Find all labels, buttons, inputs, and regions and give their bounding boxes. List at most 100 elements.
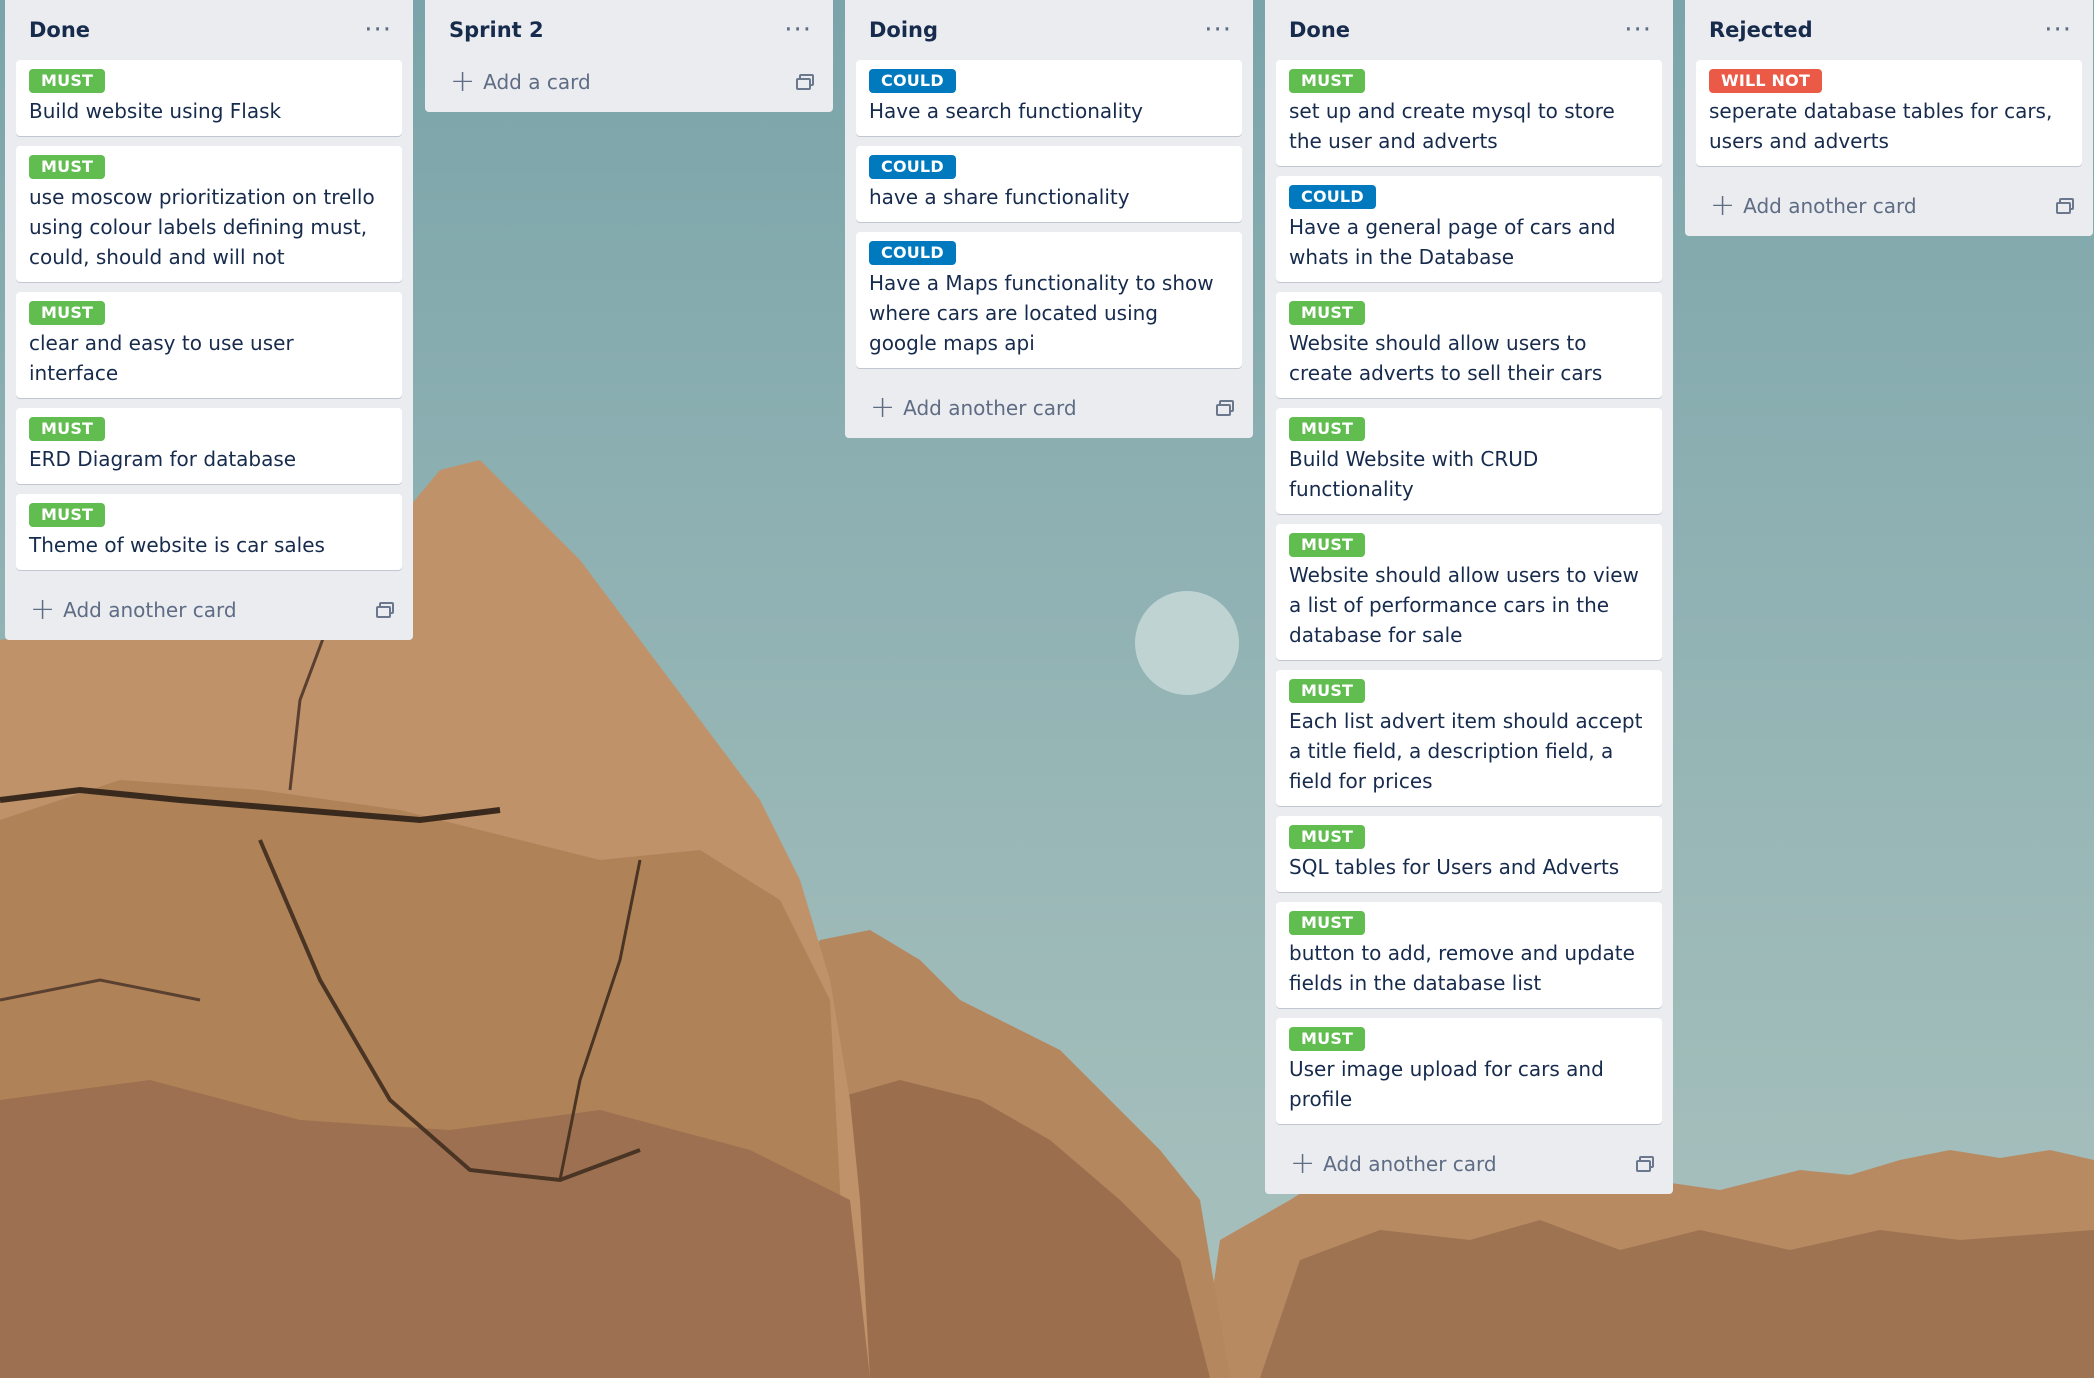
- list-header: Doing ···: [856, 0, 1242, 60]
- card-label-must: MUST: [1289, 679, 1366, 703]
- plus-icon: +: [1710, 188, 1736, 223]
- plus-icon: +: [450, 64, 476, 99]
- add-card-button[interactable]: + Add another card: [870, 393, 1077, 423]
- card-title: clear and easy to use user interface: [29, 331, 294, 385]
- card-title: Website should allow users to create adv…: [1289, 331, 1603, 385]
- card[interactable]: MUST Theme of website is car sales: [16, 494, 402, 570]
- card-title: Have a search functionality: [869, 99, 1143, 123]
- plus-icon: +: [1290, 1146, 1316, 1181]
- card[interactable]: MUST button to add, remove and update fi…: [1276, 902, 1662, 1008]
- card-label-could: COULD: [869, 155, 956, 179]
- card-label-must: MUST: [1289, 911, 1366, 935]
- card-title: Website should allow users to view a lis…: [1289, 563, 1639, 647]
- card-template-icon[interactable]: [1216, 400, 1234, 416]
- card-title: Build website using Flask: [29, 99, 282, 123]
- card[interactable]: MUST User image upload for cars and prof…: [1276, 1018, 1662, 1124]
- plus-icon: +: [870, 390, 896, 425]
- card-template-icon[interactable]: [796, 74, 814, 90]
- list-header: Done ···: [16, 0, 402, 60]
- list-title[interactable]: Rejected: [1709, 18, 1813, 42]
- card-title: Have a general page of cars and whats in…: [1289, 215, 1616, 269]
- card[interactable]: MUST set up and create mysql to store th…: [1276, 60, 1662, 166]
- list-done: Done ··· MUST Build website using Flask …: [5, 0, 413, 640]
- card[interactable]: COULD Have a Maps functionality to show …: [856, 232, 1242, 368]
- add-card-button[interactable]: + Add another card: [30, 595, 237, 625]
- card-title: Have a Maps functionality to show where …: [869, 271, 1214, 355]
- card[interactable]: COULD Have a general page of cars and wh…: [1276, 176, 1662, 282]
- add-card-label: Add a card: [483, 70, 591, 94]
- card[interactable]: MUST Build Website with CRUD functionali…: [1276, 408, 1662, 514]
- card[interactable]: COULD Have a search functionality: [856, 60, 1242, 136]
- card-label-must: MUST: [1289, 1027, 1366, 1051]
- card-title: Each list advert item should accept a ti…: [1289, 709, 1643, 793]
- card[interactable]: COULD have a share functionality: [856, 146, 1242, 222]
- card-title: use moscow prioritization on trello usin…: [29, 185, 375, 269]
- list-title[interactable]: Done: [29, 18, 90, 42]
- list-title[interactable]: Doing: [869, 18, 938, 42]
- card-title: have a share functionality: [869, 185, 1130, 209]
- card[interactable]: MUST SQL tables for Users and Adverts: [1276, 816, 1662, 892]
- list-header: Rejected ···: [1696, 0, 2082, 60]
- add-card-row: + Add another card: [1696, 176, 2082, 236]
- add-card-label: Add another card: [1323, 1152, 1497, 1176]
- board: Done ··· MUST Build website using Flask …: [0, 0, 2094, 1378]
- add-card-row: + Add another card: [1276, 1134, 1662, 1194]
- card-title: Build Website with CRUD functionality: [1289, 447, 1539, 501]
- card-title: User image upload for cars and profile: [1289, 1057, 1604, 1111]
- card[interactable]: MUST ERD Diagram for database: [16, 408, 402, 484]
- card-template-icon[interactable]: [376, 602, 394, 618]
- card-label-must: MUST: [1289, 417, 1366, 441]
- list-menu-icon[interactable]: ···: [784, 17, 822, 43]
- card[interactable]: MUST Website should allow users to creat…: [1276, 292, 1662, 398]
- card-label-will-not: WILL NOT: [1709, 69, 1823, 93]
- add-card-label: Add another card: [903, 396, 1077, 420]
- card[interactable]: MUST clear and easy to use user interfac…: [16, 292, 402, 398]
- list-header: Sprint 2 ···: [436, 0, 822, 60]
- list-rejected: Rejected ··· WILL NOT seperate database …: [1685, 0, 2093, 236]
- list-menu-icon[interactable]: ···: [1624, 17, 1662, 43]
- list-doing: Doing ··· COULD Have a search functional…: [845, 0, 1253, 438]
- list-sprint-2: Sprint 2 ··· + Add a card: [425, 0, 833, 112]
- list-menu-icon[interactable]: ···: [364, 17, 402, 43]
- card-title: Theme of website is car sales: [29, 533, 325, 557]
- card-label-could: COULD: [869, 69, 956, 93]
- add-card-button[interactable]: + Add another card: [1290, 1149, 1497, 1179]
- card[interactable]: MUST Build website using Flask: [16, 60, 402, 136]
- card-label-could: COULD: [869, 241, 956, 265]
- card-template-icon[interactable]: [1636, 1156, 1654, 1172]
- card-label-must: MUST: [1289, 69, 1366, 93]
- card-label-must: MUST: [29, 503, 106, 527]
- card-label-must: MUST: [1289, 533, 1366, 557]
- card-label-must: MUST: [29, 417, 106, 441]
- card-label-must: MUST: [1289, 301, 1366, 325]
- add-card-row: + Add another card: [856, 378, 1242, 438]
- card-title: button to add, remove and update fields …: [1289, 941, 1635, 995]
- add-card-row: + Add a card: [436, 52, 822, 112]
- card-label-could: COULD: [1289, 185, 1376, 209]
- card-title: set up and create mysql to store the use…: [1289, 99, 1615, 153]
- card-label-must: MUST: [29, 155, 106, 179]
- add-card-label: Add another card: [63, 598, 237, 622]
- card[interactable]: MUST Each list advert item should accept…: [1276, 670, 1662, 806]
- list-done-2: Done ··· MUST set up and create mysql to…: [1265, 0, 1673, 1194]
- card-title: SQL tables for Users and Adverts: [1289, 855, 1620, 879]
- list-title[interactable]: Done: [1289, 18, 1350, 42]
- card-label-must: MUST: [29, 69, 106, 93]
- card-label-must: MUST: [1289, 825, 1366, 849]
- add-card-label: Add another card: [1743, 194, 1917, 218]
- card[interactable]: MUST use moscow prioritization on trello…: [16, 146, 402, 282]
- add-card-button[interactable]: + Add a card: [450, 67, 591, 97]
- list-header: Done ···: [1276, 0, 1662, 60]
- add-card-button[interactable]: + Add another card: [1710, 191, 1917, 221]
- plus-icon: +: [30, 592, 56, 627]
- card-label-must: MUST: [29, 301, 106, 325]
- card[interactable]: MUST Website should allow users to view …: [1276, 524, 1662, 660]
- card-template-icon[interactable]: [2056, 198, 2074, 214]
- add-card-row: + Add another card: [16, 580, 402, 640]
- list-title[interactable]: Sprint 2: [449, 18, 544, 42]
- card-title: ERD Diagram for database: [29, 447, 297, 471]
- card-title: seperate database tables for cars, users…: [1709, 99, 2053, 153]
- card[interactable]: WILL NOT seperate database tables for ca…: [1696, 60, 2082, 166]
- list-menu-icon[interactable]: ···: [1204, 17, 1242, 43]
- list-menu-icon[interactable]: ···: [2044, 17, 2082, 43]
